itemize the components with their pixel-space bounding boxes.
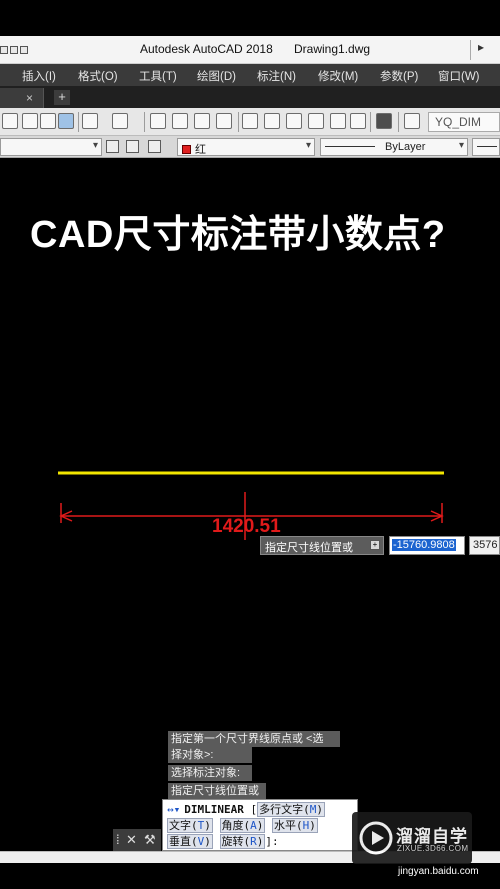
toolbar-separator bbox=[78, 112, 79, 132]
quick-access-icon[interactable] bbox=[10, 46, 18, 54]
menu-tools[interactable]: 工具(T) bbox=[139, 68, 177, 84]
text-style-combo[interactable]: YQ_DIM bbox=[428, 112, 500, 132]
zoom-window-icon[interactable] bbox=[194, 113, 210, 129]
properties-bar: ▾ 红 ▾ ByLayer ▾ bbox=[0, 136, 500, 158]
quick-access-dropdown-icon[interactable] bbox=[20, 46, 28, 54]
make-current-layer-icon[interactable] bbox=[106, 140, 119, 153]
option-text[interactable]: 文字(T) bbox=[167, 818, 213, 833]
chevron-down-icon: ▾ bbox=[305, 140, 311, 151]
tab-drawing1[interactable]: × bbox=[0, 88, 44, 108]
command-line[interactable]: ↔▾ DIMLINEAR [多行文字(M) 文字(T) 角度(A) 水平(H) 垂… bbox=[162, 799, 358, 851]
calculator-icon[interactable] bbox=[350, 113, 366, 129]
open-file-icon[interactable] bbox=[22, 113, 38, 129]
color-combo[interactable]: 红 ▾ bbox=[177, 138, 315, 156]
option-rotated[interactable]: 旋转(R) bbox=[219, 834, 266, 849]
linetype-sample bbox=[325, 146, 375, 147]
redo-icon[interactable] bbox=[112, 113, 128, 129]
headline-caption: CAD尺寸标注带小数点? bbox=[30, 214, 446, 256]
color-label: 红 bbox=[195, 144, 206, 156]
help-icon[interactable] bbox=[376, 113, 392, 129]
quick-access-toolbar[interactable] bbox=[0, 42, 34, 58]
toolbar-separator bbox=[398, 112, 399, 132]
grip-icon[interactable]: ⁞ bbox=[116, 832, 120, 847]
history-line: 择对象>: bbox=[168, 747, 252, 763]
layer-combo[interactable]: ▾ bbox=[0, 138, 102, 156]
toolbar-separator bbox=[238, 112, 239, 132]
toolbar-separator bbox=[144, 112, 145, 132]
watermark-url: ZIXUE.3D66.COM bbox=[397, 844, 469, 853]
file-tab-bar: × + bbox=[0, 86, 500, 108]
new-file-icon[interactable] bbox=[2, 113, 18, 129]
dynamic-input-prompt-text: 指定尺寸线位置或 bbox=[265, 542, 353, 554]
play-logo-icon bbox=[359, 821, 393, 855]
menu-modify[interactable]: 修改(M) bbox=[318, 68, 358, 84]
new-tab-button[interactable]: + bbox=[54, 90, 70, 105]
dynamic-input-value-1[interactable]: -15760.9808 bbox=[389, 536, 465, 555]
menu-bar: 插入(I) 格式(O) 工具(T) 绘图(D) 标注(N) 修改(M) 参数(P… bbox=[0, 64, 500, 86]
standard-toolbar: YQ_DIM bbox=[0, 108, 500, 136]
dimension-text: 1420.51 bbox=[212, 516, 281, 537]
command-history: 指定第一个尺寸界线原点或 <选 择对象>: 选择标注对象: 指定尺寸线位置或 bbox=[168, 731, 340, 801]
text-style-icon[interactable] bbox=[404, 113, 420, 129]
lineweight-sample bbox=[477, 146, 497, 147]
undo-icon[interactable] bbox=[82, 113, 98, 129]
close-command-line-icon[interactable]: ✕ bbox=[126, 832, 137, 848]
properties-icon[interactable] bbox=[242, 113, 258, 129]
zoom-realtime-icon[interactable] bbox=[172, 113, 188, 129]
dynamic-input-value-2[interactable]: 3576 bbox=[469, 536, 500, 555]
command-name: DIMLINEAR bbox=[184, 803, 244, 816]
option-mtext[interactable]: 多行文字(M) bbox=[257, 802, 325, 817]
color-swatch bbox=[182, 145, 191, 154]
chevron-down-icon: ▾ bbox=[458, 140, 464, 151]
dynamic-input-value-1-text: -15760.9808 bbox=[392, 539, 456, 551]
app-title: Autodesk AutoCAD 2018 bbox=[140, 42, 273, 56]
title-bar: Autodesk AutoCAD 2018 Drawing1.dwg ▸ bbox=[0, 0, 500, 64]
document-title: Drawing1.dwg bbox=[294, 42, 371, 56]
close-tab-icon[interactable]: × bbox=[26, 91, 33, 105]
pan-icon[interactable] bbox=[150, 113, 166, 129]
watermark: 溜溜自学 ZIXUE.3D66.COM bbox=[352, 812, 472, 864]
linetype-label: ByLayer bbox=[385, 141, 426, 153]
menu-window[interactable]: 窗口(W) bbox=[438, 68, 480, 84]
menu-dimension[interactable]: 标注(N) bbox=[257, 68, 296, 84]
info-center-icon[interactable]: ▸ bbox=[478, 40, 494, 58]
option-vertical[interactable]: 垂直(V) bbox=[167, 834, 213, 849]
sheet-set-icon[interactable] bbox=[308, 113, 324, 129]
layer-previous-icon[interactable] bbox=[126, 140, 139, 153]
expand-options-icon[interactable]: + bbox=[370, 540, 380, 550]
command-arrow-icon: ↔▾ bbox=[167, 803, 181, 816]
lineweight-combo[interactable] bbox=[472, 138, 500, 156]
option-angle[interactable]: 角度(A) bbox=[219, 818, 266, 833]
customize-wrench-icon[interactable]: ⚒ bbox=[144, 832, 156, 848]
design-center-icon[interactable] bbox=[264, 113, 280, 129]
zoom-previous-icon[interactable] bbox=[216, 113, 232, 129]
quick-access-icon[interactable] bbox=[0, 46, 8, 54]
tool-palettes-icon[interactable] bbox=[286, 113, 302, 129]
linetype-combo[interactable]: ByLayer ▾ bbox=[320, 138, 468, 156]
title-bar-strip: Autodesk AutoCAD 2018 Drawing1.dwg ▸ bbox=[0, 36, 500, 64]
history-line: 选择标注对象: bbox=[168, 765, 252, 781]
dynamic-input-prompt: 指定尺寸线位置或 + bbox=[260, 536, 384, 555]
command-line-tools: ⁞ ✕ ⚒ bbox=[113, 829, 161, 851]
menu-format[interactable]: 格式(O) bbox=[78, 68, 118, 84]
plot-icon[interactable] bbox=[58, 113, 74, 129]
menu-insert[interactable]: 插入(I) bbox=[22, 68, 56, 84]
history-line: 指定第一个尺寸界线原点或 <选 bbox=[168, 731, 340, 747]
history-line: 指定尺寸线位置或 bbox=[168, 783, 266, 799]
menu-parametric[interactable]: 参数(P) bbox=[380, 68, 418, 84]
source-caption: jingyan.baidu.com bbox=[398, 866, 479, 877]
save-icon[interactable] bbox=[40, 113, 56, 129]
chevron-down-icon: ▾ bbox=[92, 140, 98, 151]
menu-draw[interactable]: 绘图(D) bbox=[197, 68, 236, 84]
markup-icon[interactable] bbox=[330, 113, 346, 129]
toolbar-separator bbox=[370, 112, 371, 132]
title-divider bbox=[470, 40, 471, 60]
option-horizontal[interactable]: 水平(H) bbox=[272, 818, 318, 833]
layer-states-icon[interactable] bbox=[148, 140, 161, 153]
